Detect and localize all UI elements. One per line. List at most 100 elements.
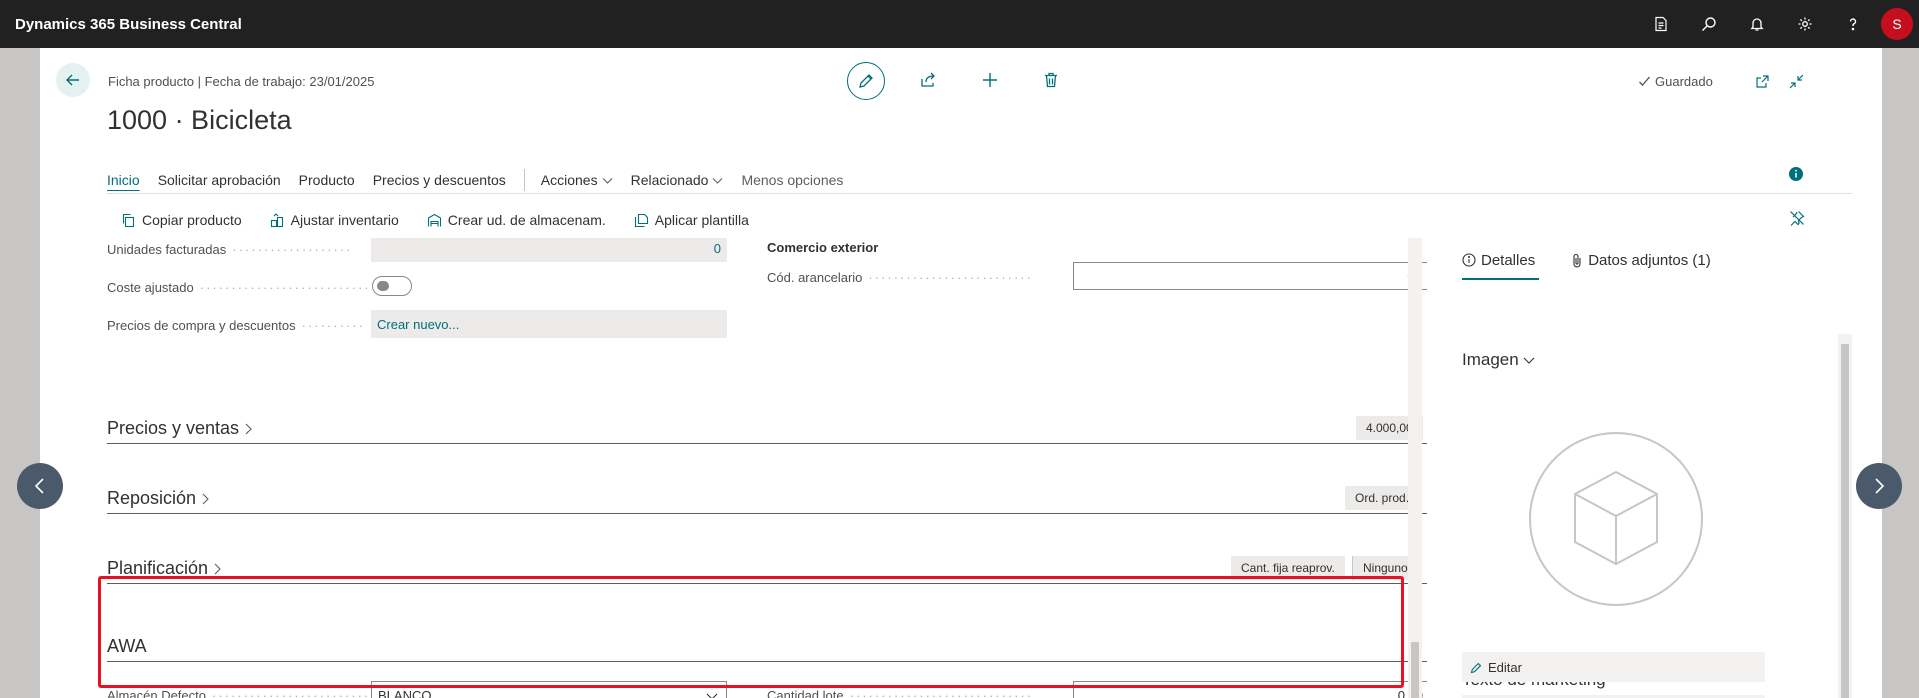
bell-icon[interactable] [1733, 0, 1781, 48]
chevron-down-icon [706, 693, 718, 698]
chevron-down-icon [1523, 357, 1535, 364]
collapse-icon [1789, 74, 1803, 88]
breadcrumb: Ficha producto | Fecha de trabajo: 23/01… [108, 74, 375, 89]
action-toolbar: Copiar producto Ajustar inventario Crear… [121, 208, 777, 232]
search-icon[interactable] [1685, 0, 1733, 48]
inventory-icon [270, 212, 283, 227]
menu-item-prices[interactable]: Precios y descuentos [373, 172, 506, 188]
save-status-label: Guardado [1655, 74, 1713, 89]
save-status: Guardado [1638, 74, 1713, 89]
tariff-no-label: Cód. arancelario ························… [767, 270, 1033, 285]
tab-details[interactable]: Detalles [1462, 240, 1540, 280]
menu-separator [523, 169, 525, 191]
share-icon [921, 72, 935, 87]
tab-details-label: Detalles [1481, 251, 1536, 269]
copy-item-button[interactable]: Copiar producto [121, 212, 242, 228]
plus-icon [983, 73, 997, 87]
chevron-right-icon [202, 493, 209, 504]
adjusted-cost-label: Coste ajustado ··························… [107, 280, 367, 295]
default-warehouse-value: BLANCO [378, 687, 432, 698]
template-icon [634, 213, 648, 227]
fasttab-prices-sales-title: Precios y ventas [107, 418, 240, 438]
back-button[interactable] [56, 63, 90, 97]
factbox-scrollbar-thumb[interactable] [1841, 344, 1849, 698]
apply-template-label: Aplicar plantilla [654, 212, 749, 228]
copy-item-label: Copiar producto [142, 212, 242, 228]
apply-template-button[interactable]: Aplicar plantilla [634, 212, 749, 228]
open-in-new-icon [1755, 74, 1769, 88]
lot-quantity-label: Cantidad lote ···························… [767, 688, 1033, 698]
tab-attachments[interactable]: Datos adjuntos (1) [1571, 240, 1711, 280]
edit-marketing-button[interactable]: Editar [1462, 652, 1765, 682]
default-warehouse-label: Almacén Defecto·························… [107, 688, 367, 698]
edit-button[interactable] [847, 62, 885, 100]
foreign-trade-heading: Comercio exterior [767, 240, 879, 255]
page-title: 1000 · Bicicleta [107, 105, 292, 135]
purchase-prices-label: Precios de compra y descuentos ·········· [107, 318, 365, 333]
create-stockkeeping-label: Crear ud. de almacenam. [447, 212, 606, 228]
avatar[interactable]: S [1881, 8, 1913, 40]
fasttab-prices-sales: Precios y ventas 4.000,00 [107, 416, 1427, 444]
copy-icon [122, 213, 135, 227]
info-icon[interactable] [1788, 166, 1804, 187]
chevron-left-icon [34, 478, 44, 494]
image-part-title: Imagen [1462, 350, 1519, 369]
menu-item-product[interactable]: Producto [299, 172, 355, 188]
app-bar-actions: S [1637, 0, 1919, 48]
help-icon[interactable] [1829, 0, 1877, 48]
factbox-tabs: Detalles Datos adjuntos (1) [1462, 240, 1747, 280]
menu-item-approval[interactable]: Solicitar aprobación [158, 172, 281, 188]
new-button[interactable] [972, 62, 1008, 98]
menu-less-options[interactable]: Menos opciones [741, 172, 843, 188]
invoiced-units-value: 0 [371, 238, 727, 262]
report-icon[interactable] [1637, 0, 1685, 48]
fasttab-replenishment: Reposición Ord. prod. [107, 486, 1427, 514]
menu-dropdown-actions[interactable]: Acciones [541, 172, 613, 188]
create-new-link[interactable]: Crear nuevo... [371, 310, 727, 338]
fasttab-replenishment-title: Reposición [107, 488, 197, 508]
app-title: Dynamics 365 Business Central [15, 15, 242, 33]
content-scrollbar-thumb[interactable] [1411, 642, 1419, 698]
image-part-header[interactable]: Imagen [1462, 350, 1535, 370]
pin-icon[interactable] [1789, 210, 1805, 231]
tab-attachments-label: Datos adjuntos (1) [1588, 251, 1711, 269]
adjust-inventory-button[interactable]: Ajustar inventario [270, 212, 399, 228]
menu-dropdown-actions-label: Acciones [540, 172, 598, 188]
tariff-no-select[interactable] [1073, 262, 1427, 290]
menu-item-inicio[interactable]: Inicio [107, 172, 140, 188]
chevron-down-icon [713, 177, 723, 184]
adjust-inventory-label: Ajustar inventario [290, 212, 399, 228]
pencil-icon [1470, 662, 1482, 673]
adjusted-cost-toggle[interactable] [372, 276, 412, 296]
chevron-right-icon [1875, 478, 1885, 494]
pencil-icon [859, 74, 873, 88]
app-bar: Dynamics 365 Business Central S [0, 0, 1919, 48]
item-placeholder-image [1529, 432, 1703, 606]
highlight-frame [98, 576, 1404, 688]
menu-dropdown-related-label: Relacionado [630, 172, 709, 188]
item-card: Ficha producto | Fecha de trabajo: 23/01… [40, 48, 1882, 698]
fasttab-prices-sales-header[interactable]: Precios y ventas [107, 418, 253, 439]
factbox-scrollbar[interactable] [1838, 334, 1852, 698]
delete-button[interactable] [1033, 62, 1069, 98]
gear-icon[interactable] [1781, 0, 1829, 48]
next-record-button[interactable] [1856, 463, 1902, 509]
chevron-right-icon [245, 423, 252, 434]
menu-divider [107, 193, 1852, 194]
collapse-button[interactable] [1785, 70, 1807, 92]
fasttab-replenishment-header[interactable]: Reposición [107, 488, 210, 509]
create-stockkeeping-button[interactable]: Crear ud. de almacenam. [427, 212, 606, 228]
content-scrollbar[interactable] [1408, 238, 1422, 698]
trash-icon [1045, 72, 1057, 88]
menu-dropdown-related[interactable]: Relacionado [631, 172, 724, 188]
checkmark-icon [1639, 76, 1650, 86]
share-button[interactable] [910, 62, 946, 98]
edit-marketing-label: Editar [1488, 659, 1522, 675]
chevron-down-icon [602, 177, 612, 184]
previous-record-button[interactable] [17, 463, 63, 509]
arrow-left-icon [66, 74, 79, 86]
warehouse-icon [427, 213, 441, 226]
open-new-window-button[interactable] [1751, 70, 1773, 92]
chevron-right-icon [214, 563, 221, 574]
paperclip-icon [1573, 253, 1581, 267]
